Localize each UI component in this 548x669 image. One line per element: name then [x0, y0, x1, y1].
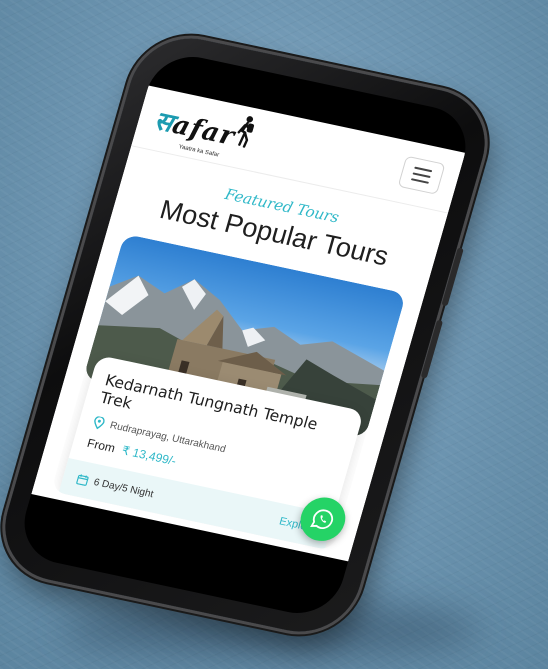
- duration-text: 6 Day/5 Night: [92, 476, 155, 500]
- price-value: ₹ 13,499/-: [120, 443, 178, 469]
- site-logo[interactable]: सafar Yaatra ka Safar: [151, 101, 255, 159]
- whatsapp-icon: [310, 509, 334, 529]
- hamburger-icon[interactable]: [397, 155, 446, 195]
- tour-duration: 6 Day/5 Night: [76, 473, 155, 500]
- price-prefix: From: [85, 435, 117, 456]
- map-pin-icon: [94, 416, 105, 430]
- calendar-icon: [76, 473, 89, 486]
- featured-tours-section: Featured Tours Most Popular Tours Kedarn…: [33, 146, 448, 554]
- logo-wordmark: सafar: [151, 101, 240, 153]
- tour-card[interactable]: Kedarnath Tungnath Temple Trek Rudrapray…: [50, 233, 407, 551]
